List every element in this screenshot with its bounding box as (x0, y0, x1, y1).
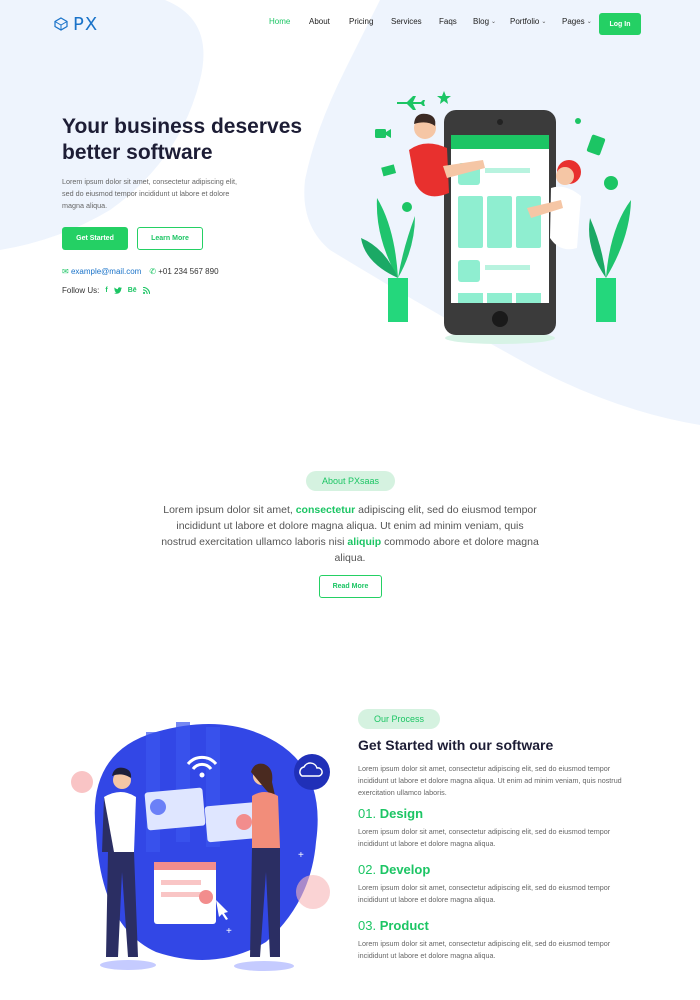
hero-contact: ✉ example@mail.com ✆ +01 234 567 890 (62, 267, 219, 276)
email-text: example@mail.com (70, 267, 142, 276)
hero-phone-illustration (361, 91, 631, 344)
process-illustration: + + + (71, 722, 330, 971)
read-more-button[interactable]: Read More (319, 575, 382, 598)
step-number: 03. (358, 918, 377, 933)
step-name: Design (379, 806, 424, 821)
nav-item-label: Home (269, 17, 291, 26)
nav-item-pricing[interactable]: Pricing (349, 17, 391, 26)
nav-item-home[interactable]: Home (269, 17, 309, 26)
plant-left (361, 198, 415, 322)
twitter-icon[interactable] (113, 287, 122, 294)
clock-icon (402, 202, 412, 212)
top-navigation: PX Home About Pricing Services Faqs Blog… (54, 10, 644, 38)
main-menu: Home About Pricing Services Faqs Blog ⌄ P… (269, 17, 596, 26)
step-number: 02. (358, 862, 377, 877)
nav-item-faqs[interactable]: Faqs (439, 17, 473, 26)
video-camera-icon (375, 129, 386, 138)
phone-text: +01 234 567 890 (158, 267, 219, 276)
about-description: Lorem ipsum dolor sit amet, consectetur … (160, 502, 540, 566)
nav-item-blog[interactable]: Blog ⌄ (473, 17, 510, 26)
nav-item-about[interactable]: About (309, 17, 349, 26)
nav-item-label: Blog (473, 17, 490, 26)
about-text-part: Lorem ipsum dolor sit amet, (163, 504, 296, 516)
get-started-button[interactable]: Get Started (62, 227, 128, 250)
brand-logo[interactable]: PX (54, 14, 98, 35)
about-highlight: aliquip (347, 536, 382, 548)
nav-item-label: Portfolio (510, 17, 540, 26)
svg-text:+: + (226, 926, 232, 937)
about-badge: About PXsaas (306, 471, 395, 491)
step-name: Product (379, 918, 429, 933)
step-develop-text: Lorem ipsum dolor sit amet, consectetur … (358, 883, 611, 904)
nav-item-label: Services (391, 17, 422, 26)
step-name: Develop (379, 862, 431, 877)
rss-icon[interactable] (142, 287, 150, 294)
nav-item-label: Pricing (349, 17, 374, 26)
step-develop-title: 02. Develop (358, 862, 430, 877)
phone-icon: ✆ (149, 267, 157, 276)
phone-mockup (444, 110, 556, 335)
behance-icon[interactable]: Bē (128, 287, 137, 294)
nav-item-label: Faqs (439, 17, 457, 26)
nav-item-services[interactable]: Services (391, 17, 439, 26)
nav-item-label: About (309, 17, 330, 26)
cube-logo-icon (54, 17, 68, 31)
nav-item-portfolio[interactable]: Portfolio ⌄ (510, 17, 562, 26)
nav-item-pages[interactable]: Pages ⌄ (562, 17, 596, 26)
calculator-icon (586, 134, 606, 156)
facebook-icon[interactable]: f (105, 287, 107, 294)
step-design-title: 01. Design (358, 806, 423, 821)
step-product-text: Lorem ipsum dolor sit amet, consectetur … (358, 939, 611, 960)
plant-right (589, 200, 631, 322)
envelope-icon: ✉ (62, 267, 69, 276)
hero-title: Your business deserves better software (62, 115, 303, 164)
globe-icon (604, 176, 618, 190)
follow-label: Follow Us: (62, 286, 100, 295)
star-icon (437, 91, 451, 104)
process-title: Get Started with our software (358, 737, 554, 753)
airplane-icon (397, 96, 425, 110)
dot-icon (575, 118, 581, 124)
hero-description: Lorem ipsum dolor sit amet, consectetur … (62, 177, 237, 210)
process-badge: Our Process (358, 709, 440, 729)
chevron-down-icon: ⌄ (586, 19, 592, 25)
brand-name: PX (73, 13, 99, 35)
phone-link[interactable]: ✆ +01 234 567 890 (149, 267, 218, 276)
envelope-icon (381, 164, 397, 177)
email-link[interactable]: ✉ example@mail.com (62, 267, 141, 276)
svg-text:+: + (91, 844, 97, 855)
step-product-title: 03. Product (358, 918, 429, 933)
step-number: 01. (358, 806, 377, 821)
chevron-down-icon: ⌄ (541, 19, 547, 25)
follow-us: Follow Us: f Bē (62, 286, 150, 295)
nav-item-label: Pages (562, 17, 585, 26)
about-highlight: consectetur (295, 504, 356, 516)
step-design-text: Lorem ipsum dolor sit amet, consectetur … (358, 827, 611, 848)
learn-more-button[interactable]: Learn More (137, 227, 203, 250)
chevron-down-icon: ⌄ (491, 19, 497, 25)
process-intro: Lorem ipsum dolor sit amet, consectetur … (358, 764, 622, 797)
svg-text:+: + (298, 850, 304, 861)
login-button[interactable]: Log In (599, 13, 641, 35)
